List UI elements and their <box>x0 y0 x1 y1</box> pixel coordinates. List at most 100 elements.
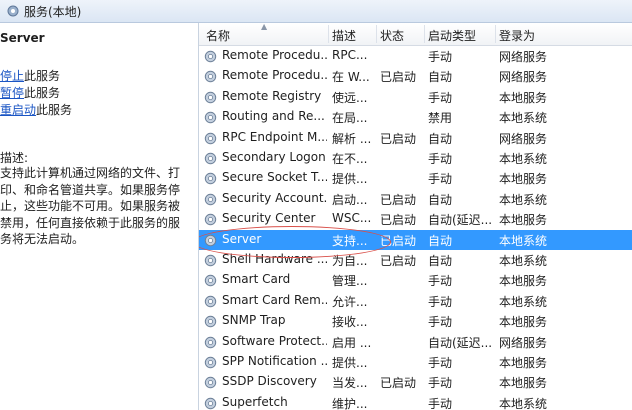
description-cell: 启动... <box>332 192 368 207</box>
log-on-as-cell: 本地系统 <box>499 233 548 248</box>
table-row[interactable]: Secondary Logon 在不... 手动 本地系统 <box>199 148 632 168</box>
description-cell: 允许... <box>332 294 368 309</box>
table-row[interactable]: Software Protect... 启用 ... 自动(延迟... 网络服务 <box>199 332 632 352</box>
action-restart: 重启动此服务 <box>0 101 72 118</box>
column-divider[interactable] <box>328 25 329 43</box>
column-header-startup-type[interactable]: 启动类型 <box>428 27 476 44</box>
startup-type-cell: 自动(延迟... <box>428 335 493 350</box>
table-row[interactable]: Remote Registry 使远... 手动 本地服务 <box>199 87 632 107</box>
gear-icon <box>203 396 218 410</box>
table-row[interactable]: SPP Notification ... 提供... 手动 本地服务 <box>199 352 632 372</box>
gear-icon <box>203 273 218 288</box>
description-pane: Server 停止此服务 暂停此服务 重启动此服务 描述: 支持此计算机通过网络… <box>0 23 196 410</box>
service-name-cell: Secure Socket T... <box>222 170 327 185</box>
status-cell: 已启动 <box>380 233 417 248</box>
table-row[interactable]: Security Account... 启动... 已启动 自动 本地系统 <box>199 189 632 209</box>
startup-type-cell: 禁用 <box>428 111 453 126</box>
log-on-as-cell: 本地系统 <box>499 294 548 309</box>
column-header-log-on-as[interactable]: 登录为 <box>499 27 535 44</box>
gear-icon <box>7 5 19 17</box>
service-name-cell: Superfetch <box>222 394 288 409</box>
service-name-cell: Security Center <box>222 211 316 226</box>
startup-type-cell: 手动 <box>428 172 453 187</box>
service-name-cell: Smart Card Rem... <box>222 292 327 307</box>
service-name-cell: SPP Notification ... <box>222 354 327 368</box>
gear-icon <box>203 294 218 309</box>
gear-icon <box>203 375 218 390</box>
gear-icon <box>203 69 218 84</box>
status-cell: 已启动 <box>380 254 417 268</box>
log-on-as-cell: 本地服务 <box>499 376 548 391</box>
stop-service-link[interactable]: 停止 <box>0 69 24 83</box>
table-row[interactable]: Remote Procedu... 在 W... 已启动 自动 网络服务 <box>199 66 632 86</box>
gear-icon <box>203 171 218 186</box>
column-divider[interactable] <box>495 25 496 43</box>
gear-icon <box>203 90 218 105</box>
description-cell: 在 W... <box>332 70 370 85</box>
startup-type-cell: 自动 <box>428 233 453 248</box>
service-name-cell: Security Account... <box>222 190 327 205</box>
service-name-cell: Software Protect... <box>222 333 327 348</box>
description-cell: 使远... <box>332 90 368 105</box>
gear-icon <box>203 192 218 207</box>
pause-service-link[interactable]: 暂停 <box>0 86 24 100</box>
log-on-as-cell: 本地系统 <box>499 396 548 410</box>
log-on-as-cell: 本地服务 <box>499 274 548 289</box>
service-name-cell: Secondary Logon <box>222 150 326 164</box>
status-cell: 已启动 <box>380 192 417 207</box>
table-row[interactable]: SSDP Discovery 当发... 已启动 手动 本地服务 <box>199 372 632 392</box>
startup-type-cell: 手动 <box>428 396 453 410</box>
gear-icon <box>203 314 218 329</box>
gear-icon <box>203 131 218 146</box>
log-on-as-cell: 本地服务 <box>499 213 548 228</box>
gear-icon <box>203 49 218 64</box>
table-row[interactable]: Secure Socket T... 提供... 手动 本地服务 <box>199 168 632 188</box>
restart-service-link[interactable]: 重启动 <box>0 103 36 117</box>
log-on-as-cell: 本地服务 <box>499 90 548 105</box>
action-suffix: 此服务 <box>36 103 73 117</box>
column-header-name[interactable]: 名称 <box>206 27 230 44</box>
startup-type-cell: 手动 <box>428 152 453 166</box>
status-cell: 已启动 <box>380 70 417 85</box>
description-cell: 管理... <box>332 274 368 289</box>
log-on-as-cell: 本地系统 <box>499 152 548 166</box>
column-header-status[interactable]: 状态 <box>380 27 404 44</box>
table-row[interactable]: Shell Hardware ... 为自... 已启动 自动 本地系统 <box>199 250 632 270</box>
log-on-as-cell: 本地服务 <box>499 315 548 330</box>
log-on-as-cell: 本地服务 <box>499 356 548 370</box>
startup-type-cell: 自动(延迟... <box>428 213 493 228</box>
table-row[interactable]: Smart Card Rem... 允许... 手动 本地系统 <box>199 291 632 311</box>
description-cell: RPC... <box>332 48 368 62</box>
startup-type-cell: 手动 <box>428 90 453 105</box>
description-cell: 在局... <box>332 111 368 126</box>
table-row[interactable]: Smart Card 管理... 手动 本地服务 <box>199 270 632 290</box>
column-header-description[interactable]: 描述 <box>332 27 356 44</box>
description-label: 描述: <box>0 151 29 165</box>
sort-ascending-icon: ▲ <box>261 23 268 31</box>
table-row[interactable]: Security Center WSC... 已启动 自动(延迟... 本地服务 <box>199 209 632 229</box>
service-name-cell: RPC Endpoint M... <box>222 129 327 144</box>
column-divider[interactable] <box>424 25 425 43</box>
log-on-as-cell: 网络服务 <box>499 335 548 350</box>
gear-icon <box>203 253 218 268</box>
action-suffix: 此服务 <box>24 69 61 83</box>
description-cell: 启用 ... <box>332 335 372 350</box>
column-divider[interactable] <box>376 25 377 43</box>
startup-type-cell: 手动 <box>428 376 453 391</box>
startup-type-cell: 手动 <box>428 315 453 330</box>
action-suffix: 此服务 <box>24 86 61 100</box>
table-row[interactable]: RPC Endpoint M... 解析 ... 已启动 自动 网络服务 <box>199 128 632 148</box>
window-title-bar: 服务(本地) <box>0 0 632 23</box>
table-row[interactable]: Routing and Re... 在局... 禁用 本地系统 <box>199 107 632 127</box>
table-row[interactable]: SNMP Trap 接收... 手动 本地服务 <box>199 311 632 331</box>
service-name-cell: Remote Procedu... <box>222 68 327 83</box>
table-row[interactable]: Server 支持... 已启动 自动 本地系统 <box>199 229 632 250</box>
startup-type-cell: 手动 <box>428 50 453 64</box>
table-row[interactable]: Superfetch 维护... 手动 本地系统 <box>199 393 632 410</box>
description-cell: 当发... <box>332 376 368 391</box>
log-on-as-cell: 网络服务 <box>499 70 548 85</box>
action-stop: 停止此服务 <box>0 67 60 84</box>
table-row[interactable]: Remote Procedu... RPC... 手动 网络服务 <box>199 46 632 66</box>
description-cell: 为自... <box>332 254 368 268</box>
gear-icon <box>203 151 218 166</box>
